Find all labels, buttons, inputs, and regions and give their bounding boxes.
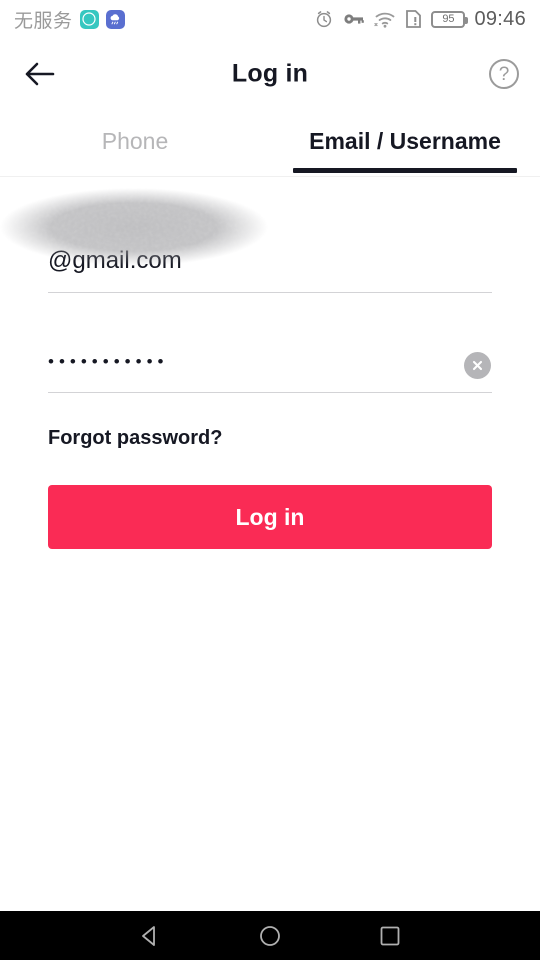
nav-back-button[interactable] — [122, 911, 178, 960]
status-clock: 09:46 — [474, 7, 526, 30]
battery-indicator: 95 — [431, 10, 469, 28]
weather-app-icon — [105, 9, 125, 29]
forgot-password-link[interactable]: Forgot password? — [48, 427, 222, 450]
tab-email-username[interactable]: Email / Username — [270, 110, 540, 173]
alarm-icon — [314, 9, 334, 29]
tab-email-username-label: Email / Username — [309, 128, 501, 154]
home-circle-icon — [260, 925, 280, 946]
recents-square-icon — [380, 926, 400, 945]
wifi-icon — [374, 10, 396, 28]
back-triangle-icon — [142, 925, 155, 946]
compass-app-icon — [79, 9, 99, 29]
app-header: Log in ? — [0, 38, 540, 110]
battery-level: 95 — [442, 12, 455, 25]
email-field[interactable]: @gmail.com — [0, 187, 492, 293]
vpn-key-icon — [343, 11, 365, 27]
sim-card-alert-icon — [405, 9, 422, 29]
tab-phone-label: Phone — [101, 128, 169, 154]
status-bar-left: 无服务 — [14, 6, 125, 33]
page-title: Log in — [231, 59, 309, 88]
help-question-icon: ? — [489, 59, 519, 89]
login-button[interactable]: Log in — [48, 485, 492, 549]
nav-home-button[interactable] — [242, 911, 298, 960]
password-field-underline — [48, 392, 492, 393]
password-field[interactable]: ••••••••••• — [48, 319, 492, 393]
email-input-value[interactable]: @gmail.com — [48, 247, 182, 275]
login-method-tabs: Phone Email / Username — [0, 110, 540, 173]
email-field-underline — [48, 292, 492, 293]
close-icon — [472, 360, 483, 371]
nav-recents-button[interactable] — [362, 911, 418, 960]
status-bar: 无服务 95 09:46 — [0, 0, 540, 38]
status-bar-right: 95 09:46 — [314, 8, 526, 31]
help-button[interactable]: ? — [482, 52, 526, 96]
tab-phone[interactable]: Phone — [0, 110, 270, 173]
carrier-label: 无服务 — [14, 9, 73, 32]
android-nav-bar — [0, 911, 540, 960]
tab-bar-divider — [0, 176, 540, 177]
active-tab-underline — [293, 168, 517, 173]
login-screen: 无服务 95 09:46 Log in ? Phone Email / User… — [0, 0, 540, 960]
password-input-value[interactable]: ••••••••••• — [48, 352, 168, 372]
clear-password-button[interactable] — [464, 352, 491, 379]
